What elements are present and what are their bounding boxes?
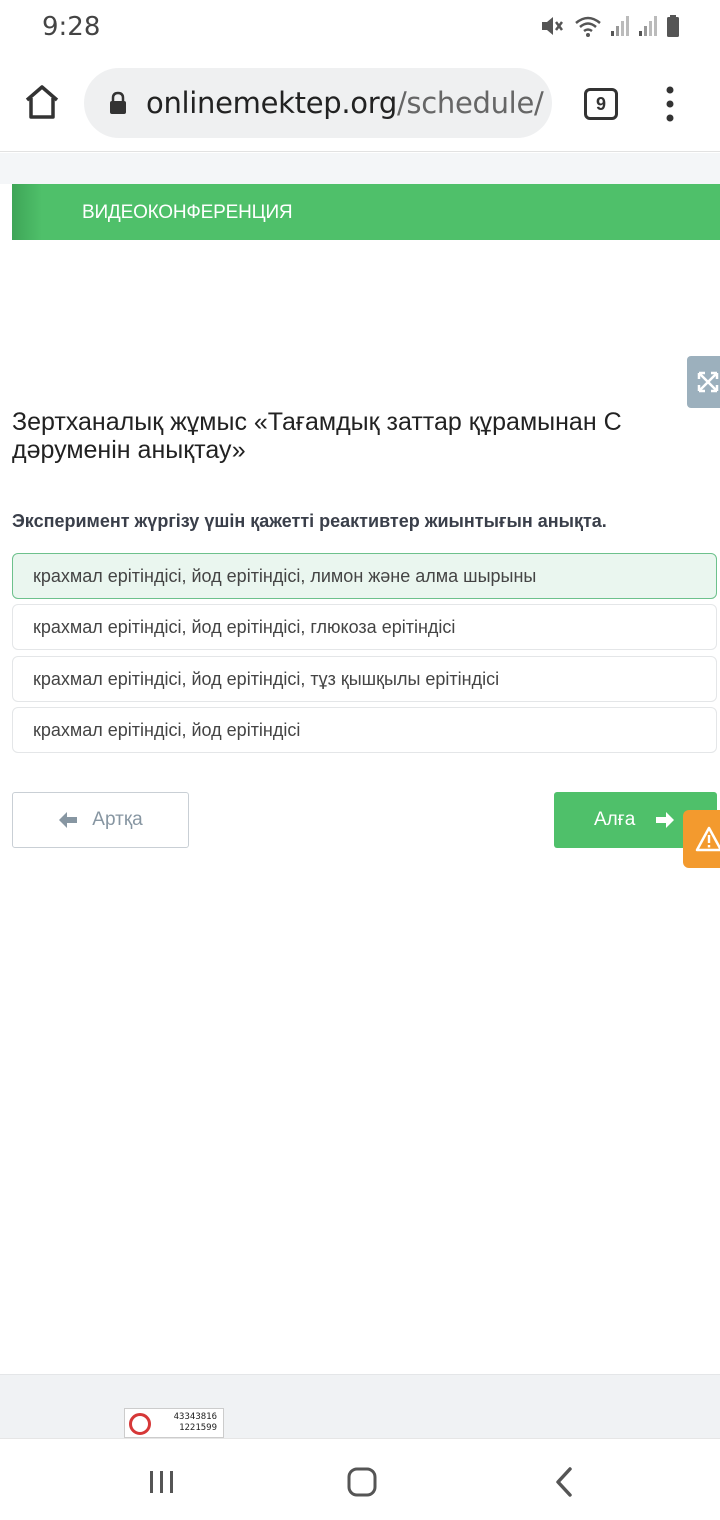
recent-apps-icon[interactable] xyxy=(148,1469,176,1495)
system-nav-bar xyxy=(0,1438,720,1520)
page-top-strip xyxy=(0,153,720,184)
url-path: /schedule/ xyxy=(396,86,544,120)
more-vert-icon[interactable] xyxy=(660,84,680,124)
answer-option-4[interactable]: крахмал ерітіндісі, йод ерітіндісі xyxy=(12,707,717,753)
home-nav-icon[interactable] xyxy=(347,1467,377,1497)
question-text: Эксперимент жүргізу үшін қажетті реактив… xyxy=(12,511,607,531)
status-icons xyxy=(540,14,680,38)
browser-toolbar: onlinemektep.org/schedule/ 9 xyxy=(0,56,720,152)
back-button[interactable]: Артқа xyxy=(12,792,189,848)
counter-line-2: 1221599 xyxy=(179,1423,217,1433)
back-nav-icon[interactable] xyxy=(554,1467,574,1497)
url-text: onlinemektep.org/schedule/ xyxy=(146,86,544,120)
banner-label: ВИДЕОКОНФЕРЕНЦИЯ xyxy=(82,202,293,223)
answer-option-label: крахмал ерітіндісі, йод ерітіндісі xyxy=(33,719,301,740)
mute-icon xyxy=(542,17,563,35)
answer-option-label: крахмал ерітіндісі, йод ерітіндісі, лимо… xyxy=(33,565,537,586)
status-time: 9:28 xyxy=(42,12,101,42)
counter-logo-icon xyxy=(129,1413,151,1435)
answer-option-3[interactable]: крахмал ерітіндісі, йод ерітіндісі, тұз … xyxy=(12,656,717,702)
answer-option-1[interactable]: крахмал ерітіндісі, йод ерітіндісі, лимо… xyxy=(12,553,717,599)
answer-option-label: крахмал ерітіндісі, йод ерітіндісі, глюк… xyxy=(33,616,456,637)
arrow-right-icon xyxy=(656,812,675,828)
wifi-icon xyxy=(575,16,601,37)
counter-line-1: 43343816 xyxy=(173,1412,217,1422)
next-button-label: Алға xyxy=(594,809,636,830)
signal-icon xyxy=(639,16,657,36)
warning-icon xyxy=(695,826,720,852)
address-bar[interactable]: onlinemektep.org/schedule/ xyxy=(84,68,552,138)
visit-counter: 43343816 1221599 xyxy=(124,1408,224,1438)
answer-option-2[interactable]: крахмал ерітіндісі, йод ерітіндісі, глюк… xyxy=(12,604,717,650)
page-footer xyxy=(0,1374,720,1438)
answer-option-label: крахмал ерітіндісі, йод ерітіндісі, тұз … xyxy=(33,668,500,689)
status-bar: 9:28 xyxy=(0,0,720,56)
task-title: Зертханалық жұмыс «Тағамдық заттар құрам… xyxy=(12,408,622,464)
videoconference-banner[interactable]: ВИДЕОКОНФЕРЕНЦИЯ xyxy=(12,184,720,240)
expand-icon xyxy=(697,371,719,393)
back-button-label: Артқа xyxy=(92,809,143,830)
arrow-left-icon xyxy=(59,812,78,828)
lock-icon xyxy=(110,91,126,114)
fullscreen-button[interactable] xyxy=(687,356,720,408)
home-icon[interactable] xyxy=(22,82,62,122)
signal-icon xyxy=(611,16,629,36)
battery-icon xyxy=(667,15,679,37)
report-problem-button[interactable] xyxy=(683,810,720,868)
url-domain: onlinemektep.org xyxy=(146,86,397,120)
tab-switcher-button[interactable]: 9 xyxy=(584,88,618,120)
